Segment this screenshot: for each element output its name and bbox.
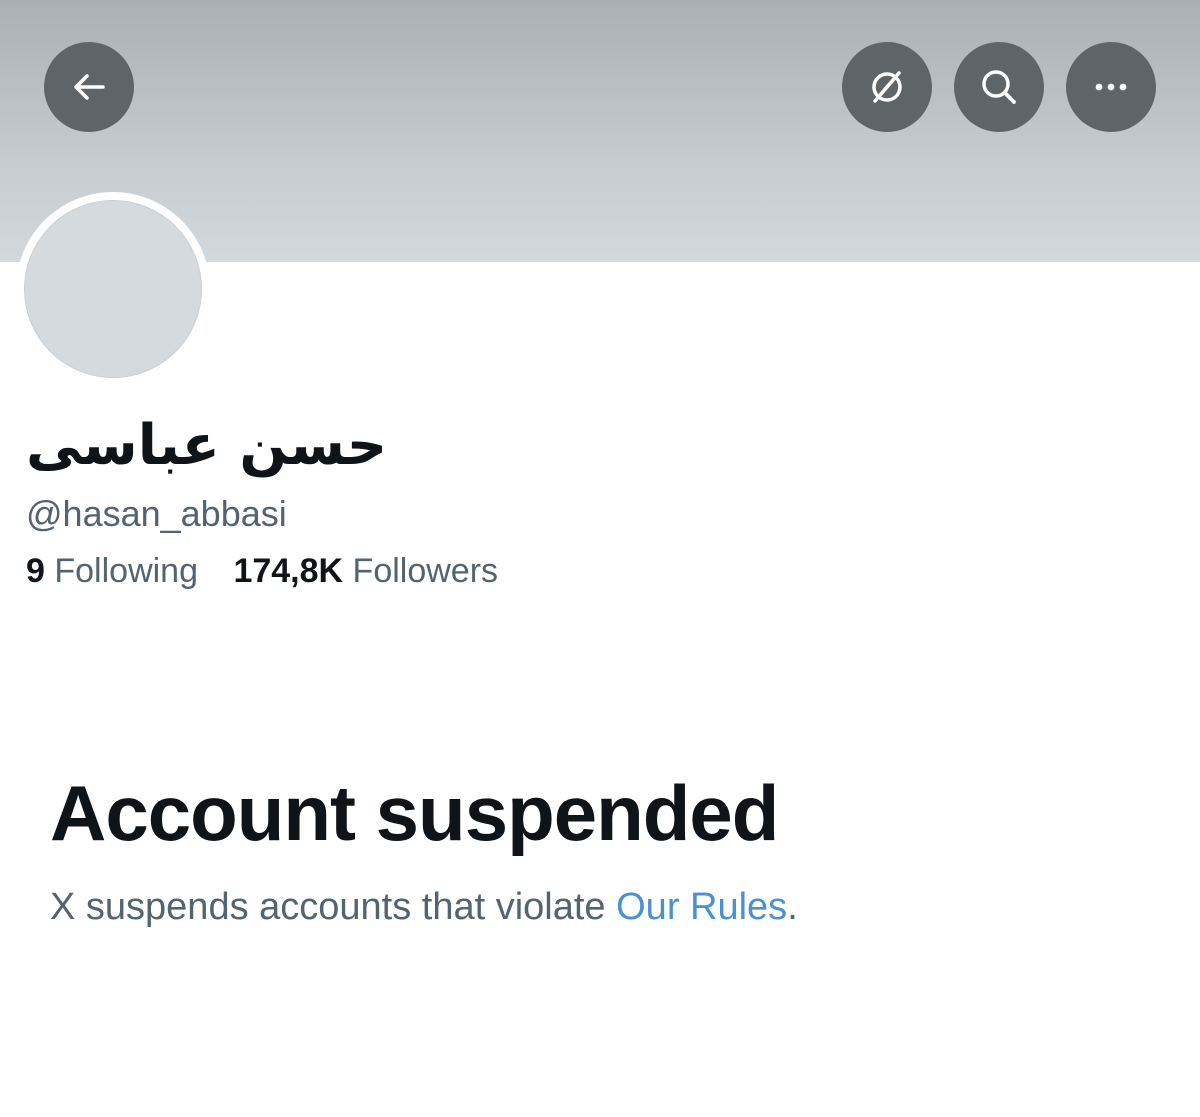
- following-label: Following: [54, 552, 198, 590]
- suspension-period: .: [787, 886, 798, 928]
- followers-label: Followers: [352, 552, 499, 590]
- follow-stats: 9 Following 174,8K Followers: [26, 550, 524, 592]
- following-count: 9: [26, 552, 45, 590]
- following-stat[interactable]: 9 Following: [26, 550, 198, 592]
- avatar[interactable]: [24, 200, 202, 378]
- suspension-description: X suspends accounts that violate Our Rul…: [50, 884, 798, 930]
- suspension-text: X suspends accounts that violate: [50, 886, 617, 928]
- search-icon: [982, 70, 1016, 104]
- followers-count: 174,8K: [233, 552, 344, 590]
- translate-button[interactable]: [842, 42, 932, 132]
- translate-off-icon: [872, 71, 902, 103]
- our-rules-link[interactable]: Our Rules: [616, 886, 787, 928]
- ellipsis-icon: [1095, 83, 1127, 91]
- profile-page: حسن عباسی @hasan_abbasi 9 Following 174,…: [0, 0, 1200, 1117]
- more-options-button[interactable]: [1066, 42, 1156, 132]
- arrow-left-icon: [74, 74, 105, 100]
- display-name: حسن عباسی: [26, 413, 388, 478]
- search-button[interactable]: [954, 42, 1044, 132]
- followers-stat[interactable]: 174,8K Followers: [233, 550, 498, 592]
- back-button[interactable]: [44, 42, 134, 132]
- avatar-frame: [16, 192, 210, 386]
- user-handle: @hasan_abbasi: [26, 493, 287, 534]
- suspension-title: Account suspended: [50, 769, 779, 857]
